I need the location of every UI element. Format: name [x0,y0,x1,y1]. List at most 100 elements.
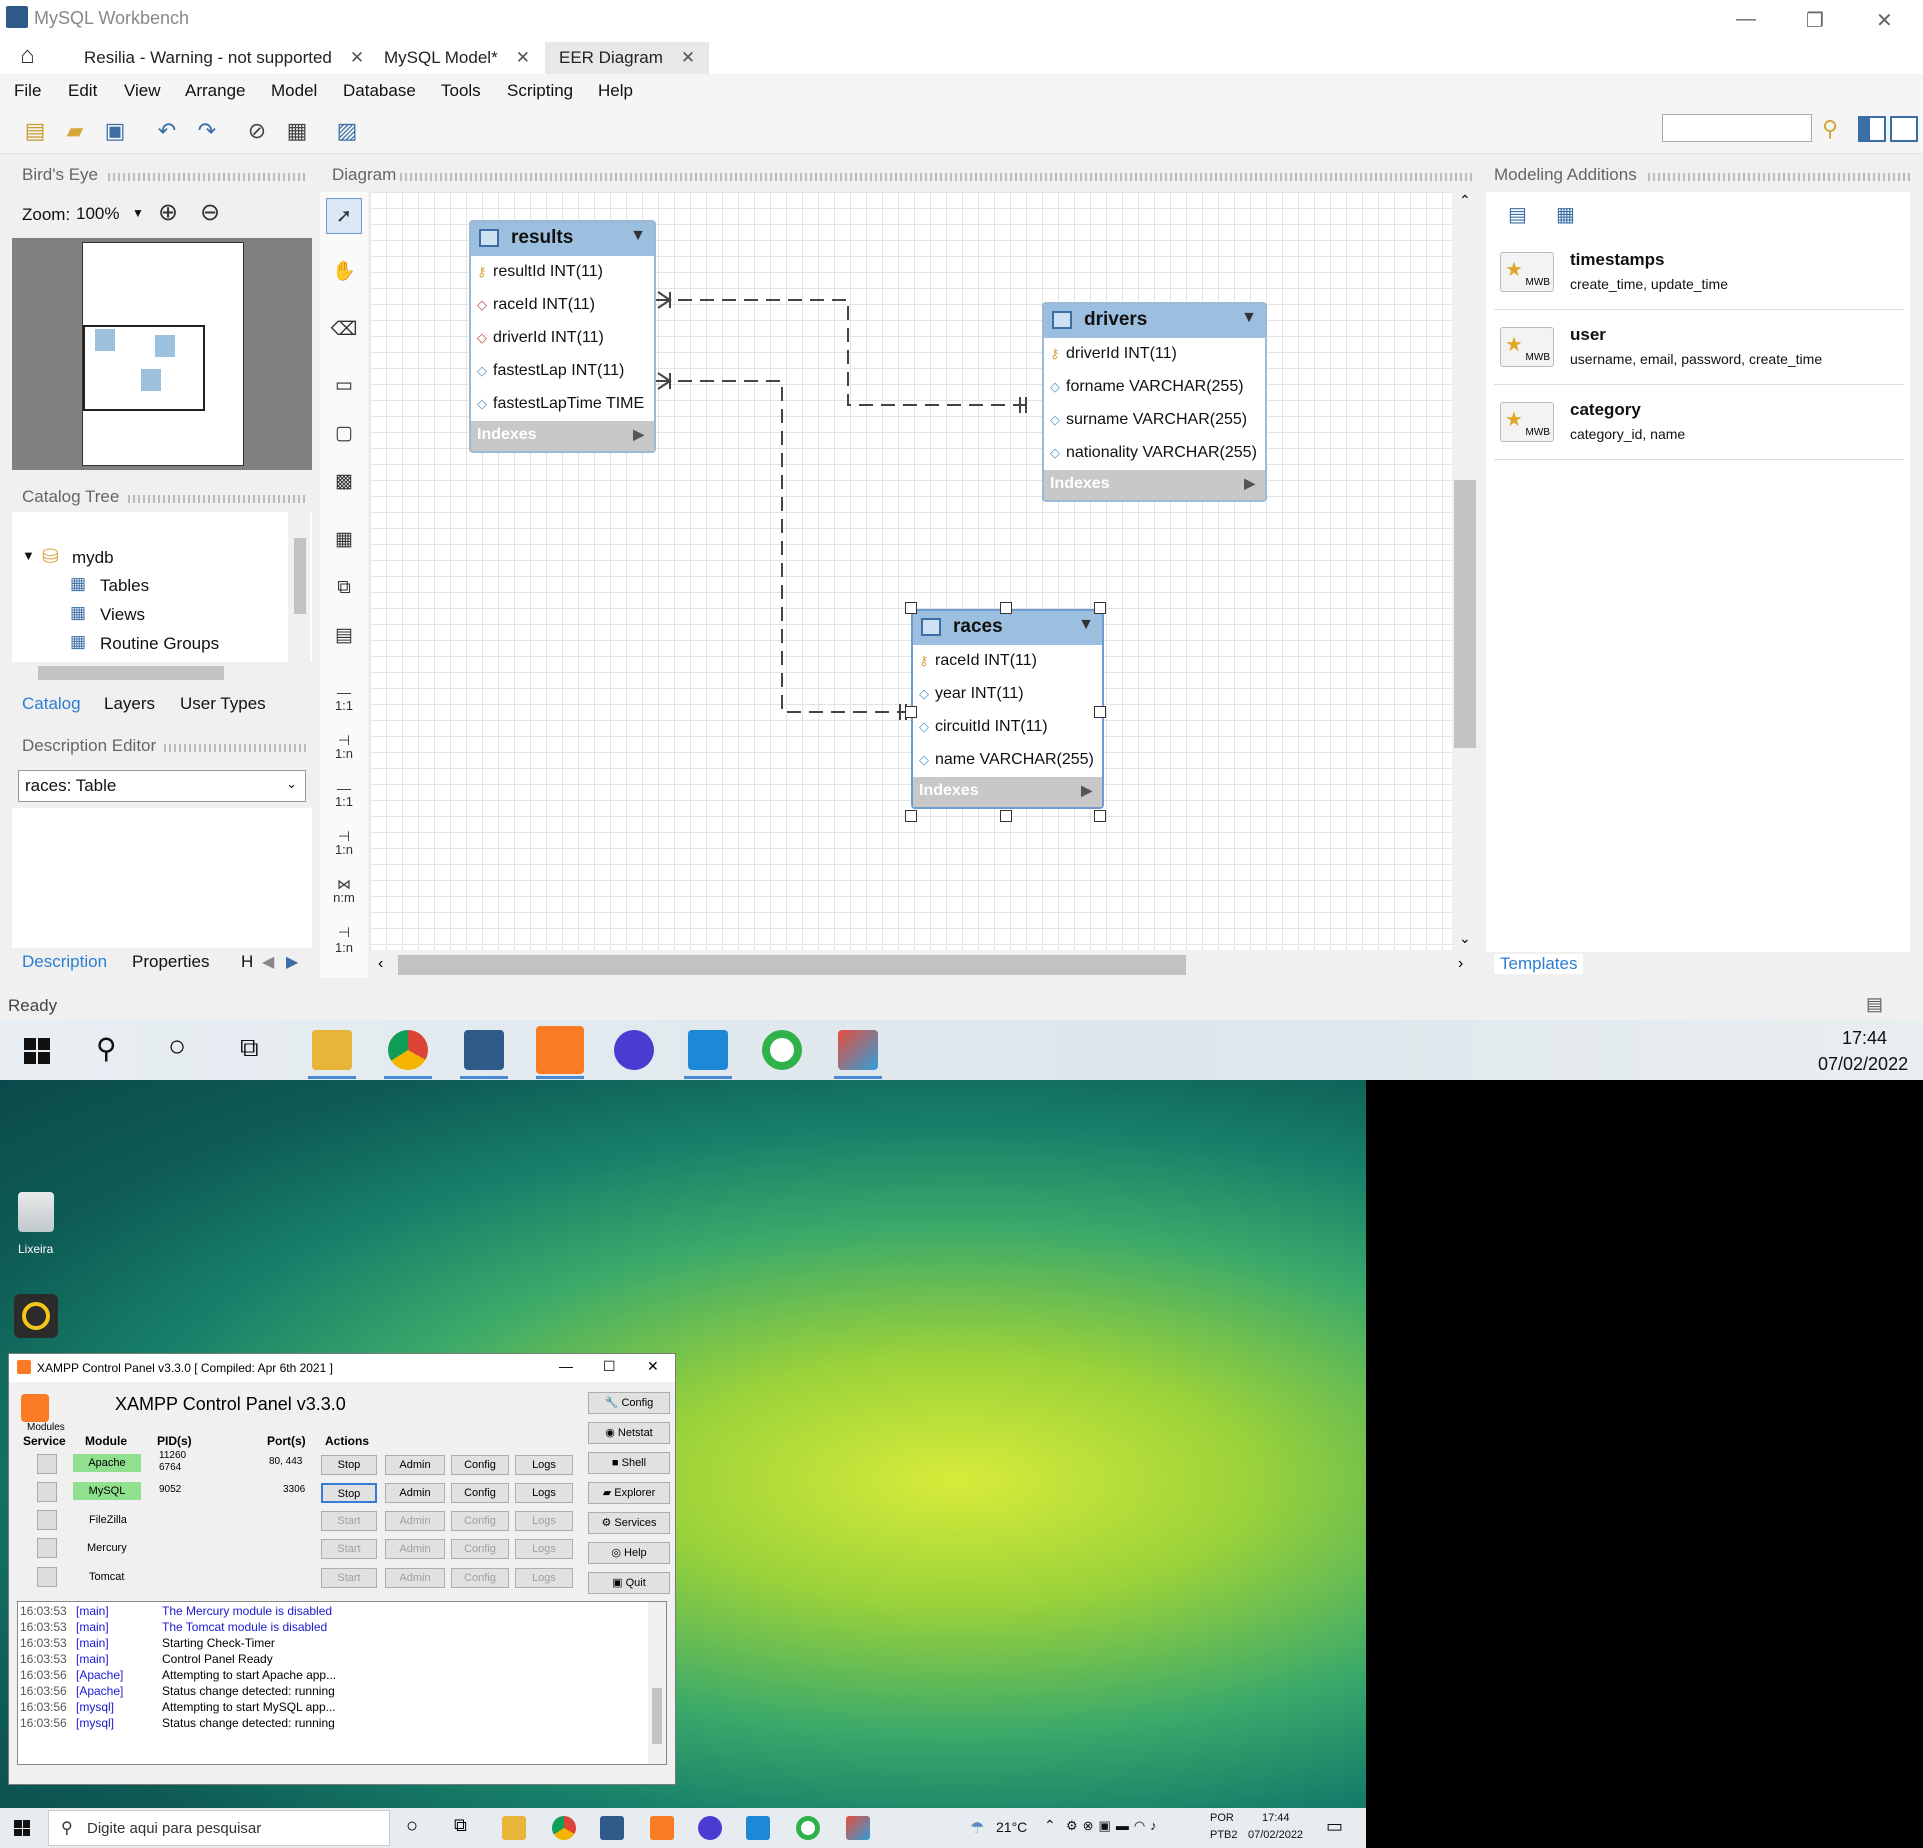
service-checkbox[interactable] [37,1454,57,1474]
tree-item-views[interactable]: Views [100,605,145,625]
help-button[interactable]: ◎ Help [588,1542,670,1564]
column-row[interactable]: ⚷ driverId INT(11) [1044,338,1265,371]
windows-start-icon[interactable] [14,1820,30,1836]
tree-item-routine-groups[interactable]: Routine Groups [100,634,219,654]
task-view-icon[interactable]: ⧉ [240,1032,259,1064]
minimize-icon[interactable]: — [1736,8,1756,31]
xampp-icon[interactable] [650,1816,674,1840]
quit-button[interactable]: ▣ Quit [588,1572,670,1594]
tab-properties[interactable]: Properties [132,952,209,972]
mercury-start-button[interactable]: Start [321,1539,377,1559]
sidebar-toggle-right-icon[interactable] [1890,116,1918,142]
open-folder-icon[interactable]: ▰ [62,118,88,144]
tab-scroll-right-icon[interactable]: ▶ [286,952,298,972]
apache-stop-button[interactable]: Stop [321,1455,377,1475]
menu-help[interactable]: Help [598,81,633,101]
log-scrollbar[interactable] [648,1602,666,1764]
resize-handle[interactable] [1094,602,1106,614]
close-icon[interactable]: ✕ [1876,8,1893,33]
scroll-down-icon[interactable]: ⌄ [1459,930,1471,947]
column-row[interactable]: ◇ raceId INT(11) [471,289,654,322]
resize-handle[interactable] [1094,706,1106,718]
column-row[interactable]: ◇ fastestLapTime TIME [471,388,654,421]
column-row[interactable]: ⚷ resultId INT(11) [471,256,654,289]
menu-model[interactable]: Model [271,81,317,101]
table-header[interactable]: results ▼ [471,222,654,256]
cortana-icon[interactable]: ○ [168,1030,186,1064]
resize-handle[interactable] [1000,810,1012,822]
vscode-icon[interactable] [688,1030,728,1070]
mongodb-compass-icon[interactable] [796,1816,820,1840]
service-checkbox[interactable] [37,1567,57,1587]
apache-admin-button[interactable]: Admin [385,1455,445,1475]
zoom-dropdown-icon[interactable]: ▼ [132,206,144,220]
mysql-workbench-icon[interactable] [600,1816,624,1840]
scroll-left-icon[interactable]: ‹ [378,955,383,973]
beekeeper-icon[interactable] [614,1030,654,1070]
search-input[interactable] [1662,114,1812,142]
chrome-icon[interactable] [388,1030,428,1070]
expand-arrow-icon[interactable]: ▶ [1244,475,1255,492]
diagram-vscrollbar[interactable]: ⌃ ⌄ [1454,192,1476,950]
norton-icon[interactable] [14,1294,58,1338]
restore-icon[interactable]: ❐ [1806,8,1824,33]
desktop-icon-label[interactable]: Lixeira [18,1242,53,1256]
column-row[interactable]: ◇ nationality VARCHAR(255) [1044,437,1265,470]
template-user[interactable]: ★ MWB user username, email, password, cre… [1494,313,1904,385]
zoom-out-icon[interactable]: ⊖ [200,198,220,227]
column-row[interactable]: ◇ surname VARCHAR(255) [1044,404,1265,437]
relationship-results-drivers[interactable] [656,299,1026,406]
table-tool-icon[interactable]: ▦ [326,522,362,558]
routine-group-tool-icon[interactable]: ▤ [326,618,362,654]
collapse-arrow-icon[interactable]: ▼ [1078,616,1094,634]
scroll-right-icon[interactable]: › [1458,955,1463,973]
mysql-workbench-icon[interactable] [464,1030,504,1070]
xampp-icon[interactable] [536,1026,584,1074]
cortana-icon[interactable]: ○ [406,1815,418,1838]
birds-eye-viewport[interactable] [83,325,205,411]
diagram-props-icon[interactable]: ▨ [334,118,360,144]
hand-tool-icon[interactable]: ✋ [326,254,362,290]
birds-eye-view[interactable] [12,238,312,470]
weather-temp[interactable]: 21°C [996,1819,1027,1835]
column-row[interactable]: ◇ forname VARCHAR(255) [1044,371,1265,404]
vscode-icon[interactable] [746,1816,770,1840]
column-row[interactable]: ◇ fastestLap INT(11) [471,355,654,388]
notifications-icon[interactable]: ▭ [1326,1816,1343,1837]
mercury-logs-button[interactable]: Logs [515,1539,573,1559]
close-icon[interactable]: ✕ [647,1358,659,1375]
resize-handle[interactable] [905,602,917,614]
select-tool-icon[interactable]: ➚ [326,198,362,234]
tab-layers[interactable]: Layers [104,694,155,714]
menu-database[interactable]: Database [343,81,416,101]
tomcat-logs-button[interactable]: Logs [515,1568,573,1588]
view-tool-icon[interactable]: ⧉ [326,570,362,606]
git-client-icon[interactable] [846,1816,870,1840]
templates-add-icon[interactable]: ▤ [1508,202,1527,227]
template-category[interactable]: ★ MWB category category_id, name [1494,388,1904,460]
align-grid-icon[interactable]: ▦ [284,118,310,144]
chrome-icon[interactable] [552,1816,576,1840]
mercury-config-button[interactable]: Config [451,1539,509,1559]
table-header[interactable]: drivers ▼ [1044,304,1265,338]
scroll-up-icon[interactable]: ⌃ [1459,192,1471,209]
column-row[interactable]: ⚷ raceId INT(11) [913,645,1102,678]
resize-handle[interactable] [905,810,917,822]
tab-eer-diagram[interactable]: EER Diagram ✕ [545,42,710,74]
search-icon[interactable]: ⚲ [1822,116,1838,142]
service-checkbox[interactable] [37,1538,57,1558]
taskbar-search-input[interactable]: ⚲ Digite aqui para pesquisar [48,1810,390,1846]
clock-date[interactable]: 07/02/2022 [1248,1829,1303,1841]
diagram-hscrollbar[interactable]: ‹ › [370,952,1476,978]
tab-h[interactable]: H [241,952,253,972]
toggle-grid-icon[interactable]: ⊘ [244,118,270,144]
minimize-icon[interactable]: — [559,1358,573,1374]
collapse-arrow-icon[interactable]: ▼ [1241,309,1257,327]
mysql-admin-button[interactable]: Admin [385,1483,445,1503]
resize-handle[interactable] [905,706,917,718]
indexes-section[interactable]: Indexes ▶ [1044,470,1265,500]
indexes-section[interactable]: Indexes ▶ [913,777,1102,807]
tree-item-mydb[interactable]: mydb [72,548,114,568]
scroll-thumb[interactable] [398,955,1186,975]
indexes-section[interactable]: Indexes ▶ [471,421,654,451]
